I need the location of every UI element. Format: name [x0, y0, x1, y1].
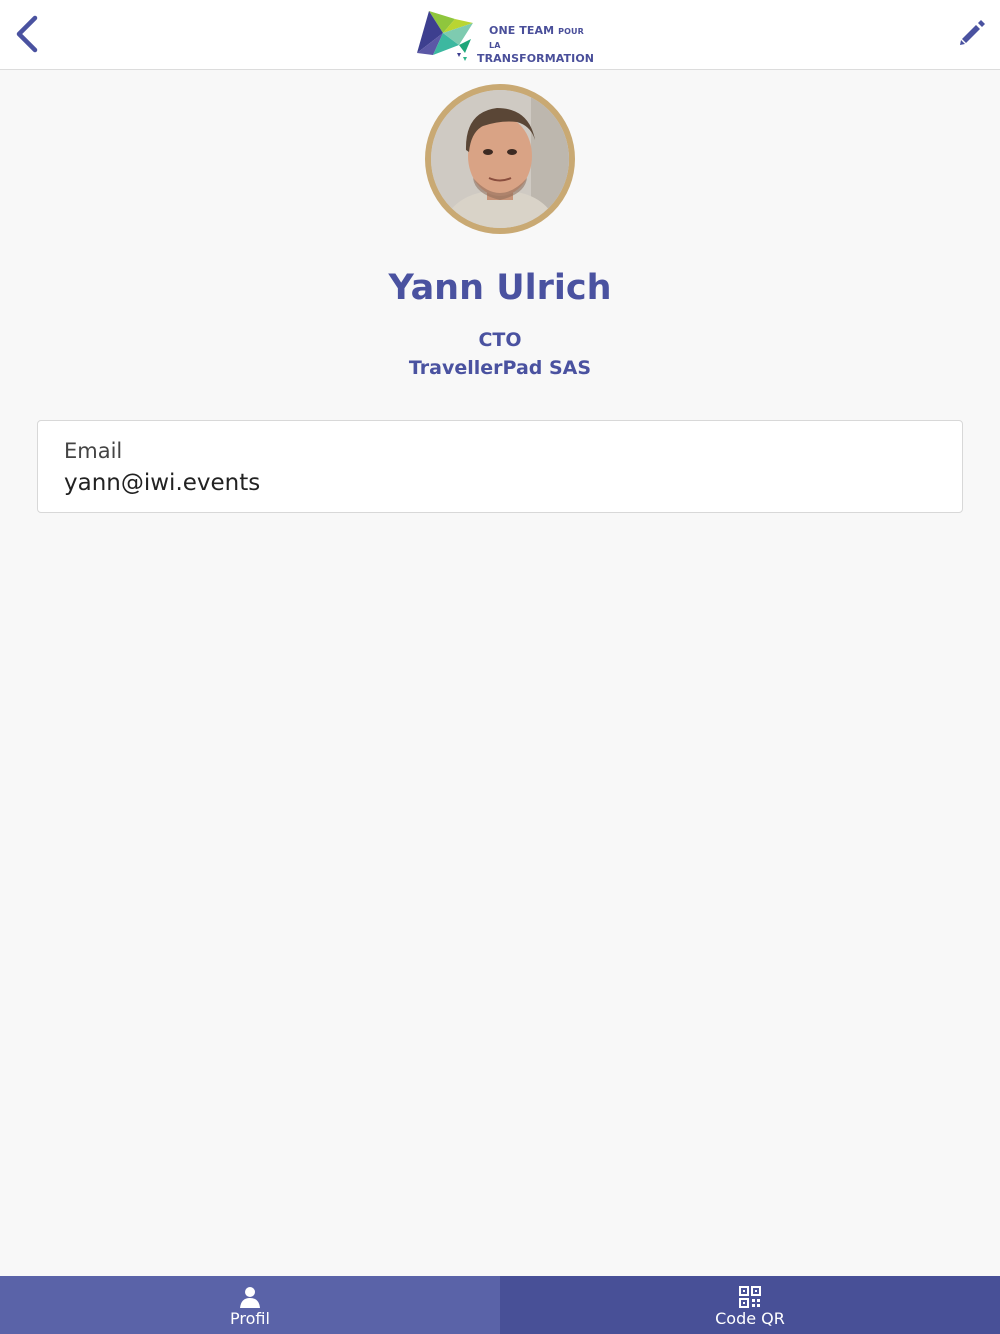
- tab-profil[interactable]: Profil: [0, 1276, 500, 1334]
- logo-text-line1: ONE TEAM: [489, 24, 555, 37]
- email-card: Email yann@iwi.events: [37, 420, 963, 513]
- edit-button[interactable]: [954, 16, 990, 54]
- event-logo: ONE TEAM POUR LA TRANSFORMATION: [415, 9, 595, 65]
- profile-role: CTO: [478, 329, 522, 351]
- email-value[interactable]: yann@iwi.events: [64, 470, 260, 496]
- pencil-icon: [958, 19, 986, 51]
- back-button[interactable]: [8, 14, 44, 58]
- chevron-left-icon: [13, 14, 39, 58]
- tab-code-qr[interactable]: Code QR: [500, 1276, 1000, 1334]
- tab-profil-label: Profil: [230, 1309, 270, 1328]
- logo-mark-icon: [417, 11, 473, 61]
- top-bar: ONE TEAM POUR LA TRANSFORMATION: [0, 0, 1000, 70]
- bottom-tab-bar: Profil Code QR: [0, 1276, 1000, 1334]
- tab-code-qr-label: Code QR: [715, 1309, 785, 1328]
- person-photo-icon: [431, 90, 569, 228]
- email-label: Email: [64, 439, 123, 463]
- profile-name: Yann Ulrich: [388, 268, 612, 308]
- profile-company: TravellerPad SAS: [408, 357, 592, 379]
- logo-text-line2: TRANSFORMATION: [477, 52, 595, 65]
- profile-avatar: [425, 84, 575, 234]
